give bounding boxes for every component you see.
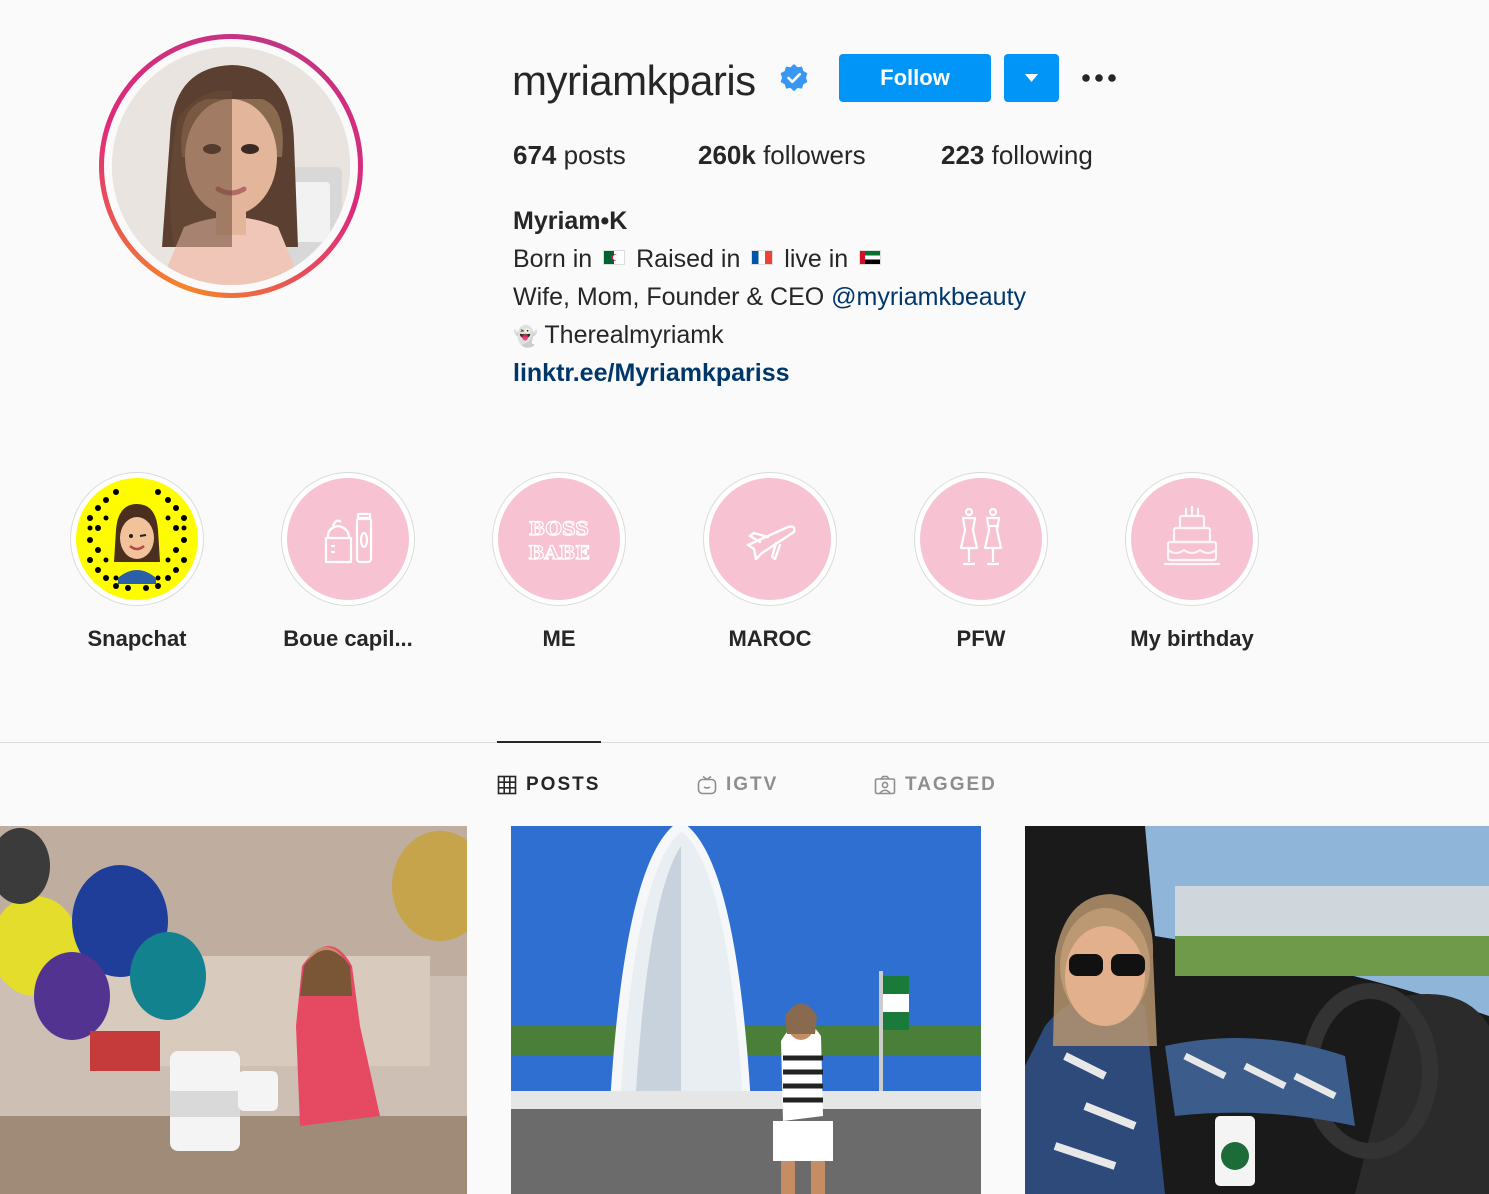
bio-mention-link[interactable]: @myriamkbeauty: [831, 283, 1026, 311]
post-thumbnail-dubai[interactable]: [511, 826, 981, 1194]
bio-external-link[interactable]: linktr.ee/Myriamkpariss: [513, 358, 790, 388]
highlight-my-birthday[interactable]: [1125, 472, 1259, 606]
suggested-accounts-dropdown-button[interactable]: [1004, 54, 1059, 102]
highlight-label: Boue capil...: [283, 626, 413, 651]
highlight-label: PFW: [956, 626, 1006, 651]
profile-avatar: [112, 47, 350, 285]
profile-full-name: Myriam•K: [513, 207, 628, 235]
france-flag-icon: [751, 250, 774, 266]
boss-babe-cover-icon: BOSS BABE: [498, 478, 620, 600]
more-dots-icon: [1082, 74, 1116, 82]
highlight-maroc[interactable]: [703, 472, 837, 606]
snapchat-code-icon: [76, 478, 198, 600]
bio-roles-line: Wife, Mom, Founder & CEO @myriamkbeauty: [513, 283, 1027, 311]
active-tab-indicator: [497, 741, 601, 743]
grid-icon: [497, 775, 517, 795]
tab-tagged[interactable]: TAGGED: [874, 771, 997, 799]
highlight-me[interactable]: BOSS BABE: [492, 472, 626, 606]
verified-badge-icon: [779, 63, 809, 93]
post-thumbnail-car[interactable]: [1025, 826, 1489, 1194]
bio-origin-line: Born in Raised in live in: [513, 244, 885, 274]
bio-snapchat-line: 👻 Therealmyriamk: [513, 321, 724, 349]
profile-avatar-story-ring[interactable]: [99, 34, 363, 298]
highlight-label: ME: [542, 626, 576, 651]
igtv-icon: [697, 775, 717, 795]
tagged-icon: [874, 775, 896, 795]
tab-posts[interactable]: POSTS: [497, 771, 600, 799]
svg-text:BOSS: BOSS: [529, 518, 589, 540]
highlight-label: MAROC: [728, 626, 812, 651]
profile-username: myriamkparis: [512, 57, 756, 104]
highlight-pfw[interactable]: [914, 472, 1048, 606]
svg-text:BABE: BABE: [528, 542, 589, 564]
airplane-icon: [709, 478, 831, 600]
dress-mannequin-icon: [920, 478, 1042, 600]
ghost-emoji-icon: 👻: [513, 326, 538, 348]
algeria-flag-icon: [603, 250, 626, 266]
tab-igtv[interactable]: IGTV: [697, 771, 778, 799]
cosmetics-jar-icon: [287, 478, 409, 600]
highlight-snapchat[interactable]: [70, 472, 204, 606]
birthday-cake-icon: [1131, 478, 1253, 600]
highlight-label: Snapchat: [87, 626, 187, 651]
following-count[interactable]: 223 following: [941, 139, 1093, 171]
highlight-boue-capillaire[interactable]: [281, 472, 415, 606]
chevron-down-icon: [1025, 74, 1038, 82]
tabs-divider: [0, 742, 1489, 743]
follow-button[interactable]: Follow: [839, 54, 991, 102]
more-options-button[interactable]: [1078, 62, 1122, 94]
post-thumbnail-birthday[interactable]: [0, 826, 467, 1194]
uae-flag-icon: [859, 250, 882, 266]
posts-count: 674 posts: [513, 140, 626, 170]
followers-count[interactable]: 260k followers: [698, 139, 866, 171]
highlight-label: My birthday: [1130, 626, 1254, 651]
